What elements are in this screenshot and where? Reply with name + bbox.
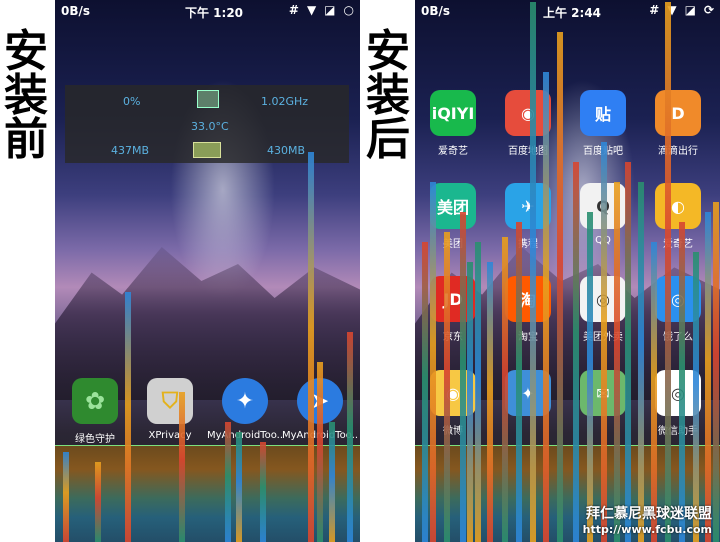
before-label-char-3: 前 xyxy=(4,114,48,165)
app-label: QQ xyxy=(595,235,611,246)
left-phone-screen: 0B/s 下午 1:20 # ▼ ◪ ○ 0% 1.02GHz 33.0°C 4… xyxy=(55,0,360,542)
app-app[interactable]: ✉ xyxy=(563,370,643,422)
after-label: 安 装 后 xyxy=(362,30,414,162)
app-app[interactable]: ◐ 爱奇艺 xyxy=(638,183,718,250)
watermark: 拜仁慕尼黑球迷联盟 http://www.fcbu.com xyxy=(583,503,712,536)
app-label: 百度贴吧 xyxy=(583,146,623,157)
app-meituan[interactable]: 美团 美团 xyxy=(415,183,493,250)
app-myandroidtools-2[interactable]: ➤ MyAndroidToo.. xyxy=(280,378,360,441)
app-baidu-map[interactable]: ◉ 百度地图 xyxy=(488,90,568,157)
didi-icon: D xyxy=(655,90,701,136)
app-iqiyi[interactable]: iQIYI 爱奇艺 xyxy=(415,90,493,157)
app-tieba[interactable]: 贴百度贴吧 xyxy=(563,90,643,157)
leaf-icon: ✿ xyxy=(72,378,118,424)
watermark-url: http://www.fcbu.com xyxy=(582,523,712,536)
app-label: 美团 xyxy=(443,239,463,250)
right-phone-screen: 0B/s 上午 2:44 # ▼ ◪ ⟳ iQIYI 爱奇艺 ◉ 百度地图贴百度贴吧 D… xyxy=(415,0,720,542)
app-label: MyAndroidToo.. xyxy=(281,430,359,441)
app-taobao[interactable]: 淘淘宝 xyxy=(488,276,568,343)
app-didi[interactable]: D 滴滴出行 xyxy=(638,90,718,157)
waimai-icon: ◎ xyxy=(580,276,626,322)
dock xyxy=(55,445,360,542)
before-label-char-1: 安 xyxy=(4,26,48,77)
app-label: 京东 xyxy=(443,332,463,343)
clock: 上午 2:44 xyxy=(543,6,602,20)
shield-doc-icon: ⛉ xyxy=(147,378,193,424)
wifi-icon: ▼ xyxy=(667,3,677,17)
status-bar: 0B/s 上午 2:44 # ▼ ◪ ⟳ xyxy=(415,0,720,22)
wifi-icon: ▼ xyxy=(306,3,317,17)
app-label: XPrivacy xyxy=(148,430,192,441)
app-label: 爱奇艺 xyxy=(663,239,693,250)
qq-icon: Q xyxy=(580,183,626,229)
after-label-char-3: 后 xyxy=(366,114,410,165)
app-label: MyAndroidToo.. xyxy=(206,430,284,441)
app-jd[interactable]: JD 京东 xyxy=(415,276,493,343)
dock-divider xyxy=(415,445,720,446)
cpu-frequency: 1.02GHz xyxy=(261,95,309,108)
net-speed: 0B/s xyxy=(61,4,91,18)
iqiyi-icon: iQIYI xyxy=(430,90,476,136)
net-speed: 0B/s xyxy=(421,4,451,18)
hash-icon: # xyxy=(649,3,660,17)
app-label: 携程 xyxy=(518,239,538,250)
meituan-icon: 美团 xyxy=(430,183,476,229)
app-xprivacy[interactable]: ⛉ XPrivacy xyxy=(130,378,210,441)
app-label: 淘宝 xyxy=(518,332,538,343)
app-assistant[interactable]: ◎ 微信助手 xyxy=(638,370,718,437)
baidu-map-icon: ◉ xyxy=(505,90,551,136)
arrow-icon: ➤ xyxy=(297,378,343,424)
dock-divider xyxy=(55,445,360,446)
app-label: 微信助手 xyxy=(658,426,698,437)
app-label: 滴滴出行 xyxy=(658,146,698,157)
app-eleme[interactable]: ◎ 饿了么 xyxy=(638,276,718,343)
star-gear-icon: ✦ xyxy=(222,378,268,424)
cpu-chip-icon xyxy=(197,90,219,108)
app-icon: ✦ xyxy=(505,370,551,416)
hash-icon: # xyxy=(288,3,299,17)
app-label: 绿色守护 xyxy=(75,434,115,445)
cpu-usage: 0% xyxy=(123,95,141,108)
app-icon: ◐ xyxy=(655,183,701,229)
app-weibo[interactable]: ◉ 微博 xyxy=(415,370,493,437)
sync-icon: ⟳ xyxy=(703,3,714,17)
clock: 下午 1:20 xyxy=(185,6,244,20)
tieba-icon: 贴 xyxy=(580,90,626,136)
after-label-char-2: 装 xyxy=(366,70,410,121)
battery-ring-icon: ○ xyxy=(343,3,354,17)
app-ctrip[interactable]: ✈ 携程 xyxy=(488,183,568,250)
assistant-icon: ◎ xyxy=(655,370,701,416)
app-myandroidtools-1[interactable]: ✦ MyAndroidToo.. xyxy=(205,378,285,441)
after-label-char-1: 安 xyxy=(366,26,410,77)
app-label: 微博 xyxy=(443,426,463,437)
watermark-title: 拜仁慕尼黑球迷联盟 xyxy=(586,506,712,522)
app-label: 饿了么 xyxy=(663,332,693,343)
status-icons: # ▼ ◪ ⟳ xyxy=(649,3,714,17)
no-sim-icon: ◪ xyxy=(324,3,336,17)
app-label: 百度地图 xyxy=(508,146,548,157)
memory-used: 437MB xyxy=(111,144,150,157)
app-label: 美团外卖 xyxy=(583,332,623,343)
status-icons: # ▼ ◪ ○ xyxy=(289,3,354,17)
taobao-icon: 淘 xyxy=(505,276,551,322)
weibo-icon: ◉ xyxy=(430,370,476,416)
memory-free: 430MB xyxy=(267,144,306,157)
before-label-char-2: 装 xyxy=(4,70,48,121)
ctrip-icon: ✈ xyxy=(505,183,551,229)
ram-icon xyxy=(193,142,221,158)
app-app[interactable]: ✦ xyxy=(488,370,568,422)
before-label: 安 装 前 xyxy=(0,30,52,162)
app-waimai[interactable]: ◎ 美团外卖 xyxy=(563,276,643,343)
no-sim-icon: ◪ xyxy=(684,3,696,17)
app-label: 爱奇艺 xyxy=(438,146,468,157)
app-qq[interactable]: Q QQ xyxy=(563,183,643,246)
cpu-temperature: 33.0°C xyxy=(191,120,229,133)
jd-icon: JD xyxy=(430,276,476,322)
status-bar: 0B/s 下午 1:20 # ▼ ◪ ○ xyxy=(55,0,360,22)
app-icon: ✉ xyxy=(580,370,626,416)
eleme-icon: ◎ xyxy=(655,276,701,322)
app-green-guard[interactable]: ✿ 绿色守护 xyxy=(55,378,135,445)
system-monitor-widget[interactable]: 0% 1.02GHz 33.0°C 437MB 430MB xyxy=(65,85,349,163)
